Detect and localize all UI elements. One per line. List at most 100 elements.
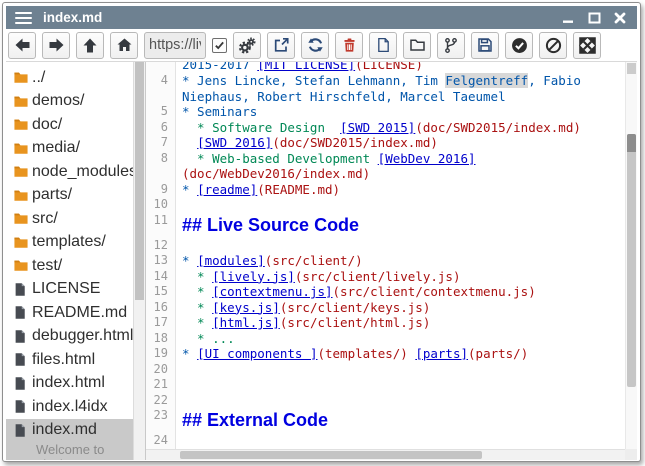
markdown-link: [lively.js] xyxy=(212,269,295,284)
editor-line-8: 8 * Web-based Development [WebDev 2016] xyxy=(146,151,625,167)
ban-icon xyxy=(545,37,562,54)
markdown-text: * xyxy=(182,269,212,284)
file-list-item-readme.md[interactable]: README.md xyxy=(6,301,133,325)
line-number: 5 xyxy=(146,104,176,120)
line-text: * [readme](README.md) xyxy=(176,182,340,198)
editor-line: (doc/WebDev2016/index.md) xyxy=(146,166,625,182)
file-label: node_modules/ xyxy=(32,163,133,181)
editor-line-16: 16 * [keys.js](src/client/keys.js) xyxy=(146,300,625,316)
file-label: index.l4idx xyxy=(32,398,108,416)
menu-icon[interactable] xyxy=(15,9,32,27)
editor-line: 2015-2017 [MIT LICENSE](LICENSE) xyxy=(146,62,625,73)
maximize-button[interactable] xyxy=(581,8,607,28)
trash-icon xyxy=(342,37,357,53)
editor-vscrollbar-thumb[interactable] xyxy=(627,134,636,387)
line-number: 4 xyxy=(146,73,176,89)
markdown-text: * xyxy=(182,300,212,315)
up-button[interactable] xyxy=(76,32,104,59)
file-icon xyxy=(13,423,32,438)
markdown-editor[interactable]: 2015-2017 [MIT LICENSE](LICENSE)4* Jens … xyxy=(146,62,637,460)
new-folder-button[interactable] xyxy=(403,32,431,59)
settings-button[interactable] xyxy=(233,32,261,59)
markdown-text: * ... xyxy=(182,331,235,346)
file-list-item-..[interactable]: ../ xyxy=(6,66,133,90)
file-list-item-files.html[interactable]: files.html xyxy=(6,348,133,372)
file-list-item-index.md[interactable]: index.md xyxy=(6,419,133,443)
line-number: 12 xyxy=(146,238,176,254)
editor-line-5: 5* Seminars xyxy=(146,104,625,120)
markdown-link: [contextmenu.js] xyxy=(212,284,332,299)
window-title: index.md xyxy=(43,10,555,25)
line-number: 17 xyxy=(146,315,176,331)
file-list-item-debugger.html[interactable]: debugger.html xyxy=(6,325,133,349)
save-button[interactable] xyxy=(471,32,499,59)
file-list-item-license[interactable]: LICENSE xyxy=(6,278,133,302)
file-list-item-src[interactable]: src/ xyxy=(6,207,133,231)
forward-button[interactable] xyxy=(42,32,70,59)
arrow-up-icon xyxy=(82,37,98,54)
markdown-url: (doc/SWD2015/index.md) xyxy=(272,135,438,150)
markdown-link: [html.js] xyxy=(212,315,280,330)
file-list-item-node-modules[interactable]: node_modules/ xyxy=(6,160,133,184)
floppy-icon xyxy=(477,37,493,53)
file-preview-text: Welcome to xyxy=(6,442,133,457)
file-list-item-doc[interactable]: doc/ xyxy=(6,113,133,137)
new-file-button[interactable] xyxy=(369,32,397,59)
open-external-button[interactable] xyxy=(267,32,295,59)
file-list-item-media[interactable]: media/ xyxy=(6,137,133,161)
scrollbar-corner xyxy=(625,449,637,460)
url-autoload-checkbox[interactable] xyxy=(212,38,227,53)
editor-hscrollbar-thumb[interactable] xyxy=(180,451,482,459)
folder-icon xyxy=(13,70,32,85)
editor-lines: 2015-2017 [MIT LICENSE](LICENSE)4* Jens … xyxy=(146,62,625,460)
line-number: 13 xyxy=(146,253,176,269)
line-text: ## Live Source Code xyxy=(176,213,359,238)
file-icon xyxy=(13,329,32,344)
minimize-button[interactable] xyxy=(555,8,581,28)
titlebar: index.md xyxy=(6,6,637,29)
folder-icon xyxy=(13,141,32,156)
fullscreen-button[interactable] xyxy=(573,32,601,59)
markdown-link: [SWD 2016] xyxy=(197,135,272,150)
close-button[interactable] xyxy=(607,8,633,28)
line-number: 8 xyxy=(146,151,176,167)
markdown-url: (src/client/lively.js) xyxy=(295,269,461,284)
sidebar-scrollbar[interactable] xyxy=(133,62,146,460)
toolbar xyxy=(6,29,637,62)
folder-icon xyxy=(13,258,32,273)
editor-line-7: 7 [SWD 2016](doc/SWD2015/index.md) xyxy=(146,135,625,151)
back-button[interactable] xyxy=(8,32,36,59)
markdown-link: [modules] xyxy=(197,253,265,268)
line-text: * Software Design [SWD 2015](doc/SWD2015… xyxy=(176,120,581,136)
line-text: * Seminars xyxy=(176,104,257,120)
file-list-item-demos[interactable]: demos/ xyxy=(6,90,133,114)
line-number: 16 xyxy=(146,300,176,316)
line-number: 20 xyxy=(146,362,176,378)
folder-icon xyxy=(13,235,32,250)
line-text: * Web-based Development [WebDev 2016] xyxy=(176,151,476,167)
file-list-item-index.html[interactable]: index.html xyxy=(6,372,133,396)
markdown-url: (parts/) xyxy=(468,346,528,361)
versions-button[interactable] xyxy=(437,32,465,59)
url-input[interactable] xyxy=(144,32,206,59)
accept-button[interactable] xyxy=(505,32,533,59)
home-button[interactable] xyxy=(110,32,138,59)
file-label: doc/ xyxy=(32,116,62,134)
markdown-text: * xyxy=(182,346,197,361)
file-list-item-test[interactable]: test/ xyxy=(6,254,133,278)
line-number: 21 xyxy=(146,377,176,393)
file-list-item-index.l4idx[interactable]: index.l4idx xyxy=(6,395,133,419)
file-list-item-templates[interactable]: templates/ xyxy=(6,231,133,255)
editor-vertical-scrollbar[interactable] xyxy=(625,62,637,449)
markdown-text: Niephaus, Robert Hirschfeld, Marcel Taeu… xyxy=(182,89,506,104)
cancel-button[interactable] xyxy=(539,32,567,59)
line-number xyxy=(146,166,176,182)
file-list: ../demos/doc/media/node_modules/parts/sr… xyxy=(6,62,133,460)
file-list-item-parts[interactable]: parts/ xyxy=(6,184,133,208)
sidebar-scrollbar-thumb[interactable] xyxy=(135,62,144,300)
editor-horizontal-scrollbar[interactable] xyxy=(146,449,625,460)
line-number: 24 xyxy=(146,433,176,449)
delete-button[interactable] xyxy=(335,32,363,59)
editor-line-14: 14 * [lively.js](src/client/lively.js) xyxy=(146,269,625,285)
refresh-button[interactable] xyxy=(301,32,329,59)
